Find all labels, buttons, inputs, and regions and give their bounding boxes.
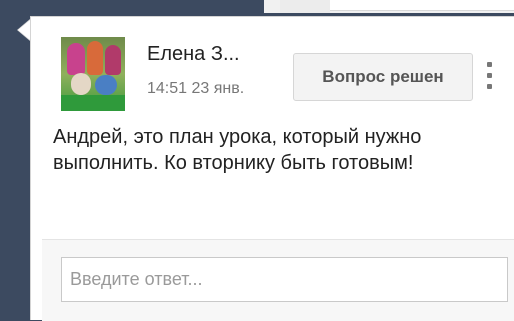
comment-card: Елена З... 14:51 23 янв. Вопрос решен Ан… <box>30 16 514 321</box>
comment-text: Андрей, это план урока, который нужно вы… <box>53 126 422 174</box>
top-bar-right <box>330 0 514 11</box>
reply-input[interactable] <box>61 257 508 302</box>
card-notch <box>18 20 30 40</box>
top-bar <box>14 0 514 13</box>
resolve-button[interactable]: Вопрос решен <box>293 53 473 101</box>
comment-author[interactable]: Елена З... <box>147 43 240 66</box>
more-vert-icon[interactable] <box>484 61 496 91</box>
top-bar-gap <box>280 0 330 13</box>
comment-timestamp[interactable]: 14:51 23 янв. <box>147 80 244 98</box>
avatar[interactable] <box>61 37 125 111</box>
top-bar-left <box>14 0 264 13</box>
